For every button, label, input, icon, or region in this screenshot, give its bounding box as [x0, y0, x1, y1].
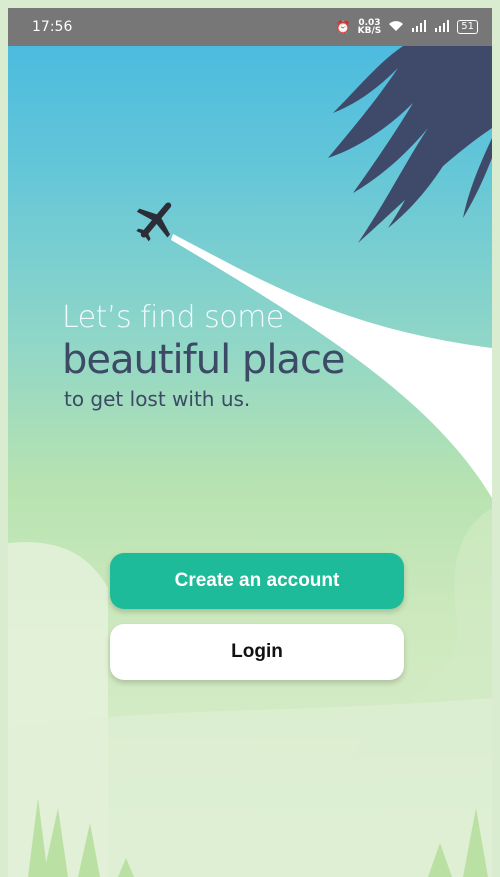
status-time: 17:56 — [32, 19, 73, 35]
palm-leaf-icon — [328, 46, 492, 243]
battery-indicator: 51 — [457, 20, 478, 34]
wifi-icon — [388, 20, 404, 35]
tagline: Let’s find some beautiful place to get l… — [62, 300, 346, 411]
app-screen: 17:56 ⏰ 0.03 KB/S 51 Let’s find some bea… — [8, 8, 492, 877]
tagline-line2: beautiful place — [62, 337, 346, 383]
status-icons: ⏰ 0.03 KB/S 51 — [335, 19, 478, 36]
background-illustration — [8, 46, 492, 877]
create-account-button[interactable]: Create an account — [110, 553, 404, 609]
tagline-line3: to get lost with us. — [64, 387, 251, 411]
signal-bars-icon — [411, 19, 427, 35]
alarm-clock-icon: ⏰ — [335, 20, 351, 34]
network-speed-unit: KB/S — [357, 26, 382, 36]
tagline-line1: Let’s find some — [62, 300, 284, 335]
network-speed: 0.03 KB/S — [357, 19, 382, 36]
signal-bars-icon-2 — [434, 19, 450, 35]
login-button[interactable]: Login — [110, 624, 404, 680]
ground — [8, 698, 492, 877]
status-bar: 17:56 ⏰ 0.03 KB/S 51 — [8, 8, 492, 46]
